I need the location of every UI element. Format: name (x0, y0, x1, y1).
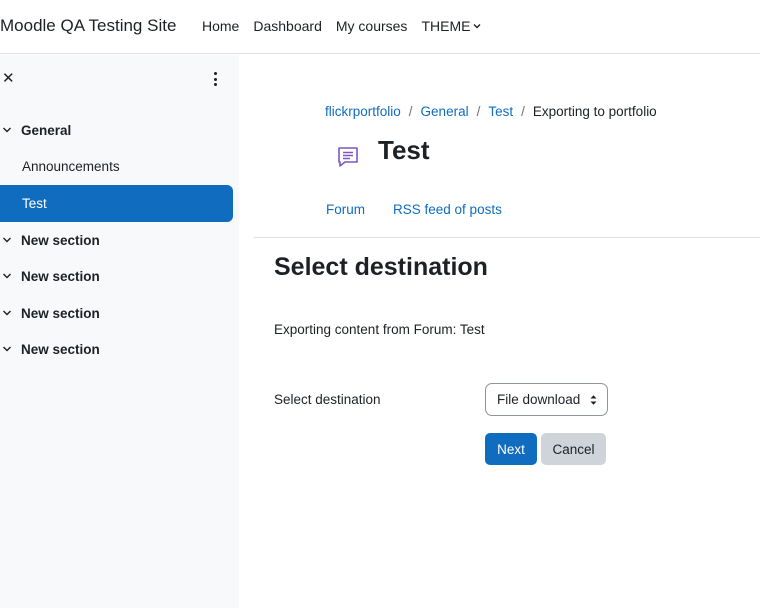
chevron-down-icon[interactable] (2, 125, 12, 135)
export-info-text: Exporting content from Forum: Test (274, 322, 485, 337)
activity-label: Announcements (22, 159, 120, 174)
section-label: New section (21, 305, 100, 321)
activity-label: Test (22, 196, 47, 211)
cancel-button[interactable]: Cancel (541, 433, 606, 465)
activity-announcements[interactable]: Announcements (0, 148, 233, 185)
section-label: New section (21, 232, 100, 248)
course-index-drawer: ✕ General Announcements Test New section… (0, 55, 239, 608)
breadcrumb-flickrportfolio[interactable]: flickrportfolio (325, 104, 401, 119)
next-button[interactable]: Next (485, 433, 537, 465)
destination-select-value: File download (497, 392, 581, 407)
breadcrumb-current: Exporting to portfolio (532, 104, 657, 119)
select-arrows-icon (590, 395, 597, 405)
chevron-down-icon[interactable] (2, 308, 12, 318)
section-label: New section (21, 341, 100, 357)
breadcrumb-separator: / (476, 104, 481, 119)
nav-theme-label: THEME (421, 18, 471, 34)
destination-select[interactable]: File download (485, 383, 608, 416)
section-new-3[interactable]: New section (0, 301, 100, 325)
activity-test-active[interactable]: Test (0, 185, 233, 222)
section-label: New section (21, 268, 100, 284)
nav-home[interactable]: Home (202, 18, 239, 34)
section-new-4[interactable]: New section (0, 337, 100, 361)
breadcrumb-separator: / (521, 104, 525, 119)
nav-my-courses[interactable]: My courses (336, 18, 408, 34)
course-index-options-icon[interactable] (212, 72, 218, 88)
section-new-1[interactable]: New section (0, 228, 100, 252)
primary-navigation: Home Dashboard My courses THEME (202, 18, 482, 34)
forum-icon (335, 144, 361, 170)
section-label: General (21, 122, 72, 138)
breadcrumb-test[interactable]: Test (488, 104, 513, 119)
secondary-navigation: Forum RSS feed of posts (326, 202, 502, 217)
chevron-down-icon[interactable] (2, 271, 12, 281)
breadcrumb-separator: / (408, 104, 413, 119)
chevron-down-icon[interactable] (2, 344, 12, 354)
breadcrumb: flickrportfolio / General / Test / Expor… (325, 104, 657, 119)
nav-theme-dropdown[interactable]: THEME (421, 18, 482, 34)
chevron-down-icon[interactable] (2, 235, 12, 245)
section-new-2[interactable]: New section (0, 264, 100, 288)
nav-dashboard[interactable]: Dashboard (253, 18, 322, 34)
close-drawer-icon[interactable]: ✕ (2, 71, 16, 87)
header-divider (254, 237, 760, 238)
tab-forum[interactable]: Forum (326, 202, 365, 217)
section-general[interactable]: General (0, 118, 71, 142)
top-navbar: Moodle QA Testing Site Home Dashboard My… (0, 0, 760, 54)
content-heading: Select destination (274, 253, 488, 281)
page-title: Test (378, 135, 430, 165)
breadcrumb-general[interactable]: General (421, 104, 469, 119)
tab-rss-feed[interactable]: RSS feed of posts (393, 202, 502, 217)
destination-field-label: Select destination (274, 392, 381, 407)
chevron-down-icon (473, 24, 481, 29)
site-name[interactable]: Moodle QA Testing Site (0, 16, 176, 36)
